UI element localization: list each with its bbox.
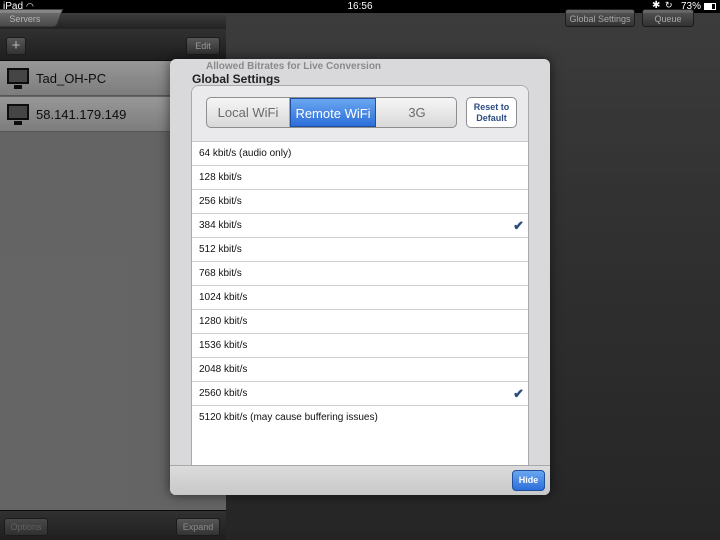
- bitrate-row[interactable]: 1280 kbit/s: [192, 310, 528, 334]
- bitrate-label: 64 kbit/s (audio only): [199, 148, 292, 159]
- modal-footer: Hide: [170, 465, 550, 495]
- bitrate-row[interactable]: 384 kbit/s ✔: [192, 214, 528, 238]
- checkmark-icon: ✔: [513, 386, 524, 401]
- bitrate-row[interactable]: 1536 kbit/s: [192, 334, 528, 358]
- bitrate-row[interactable]: 256 kbit/s: [192, 190, 528, 214]
- modal-title: Global Settings: [192, 72, 281, 86]
- bitrate-label: 1280 kbit/s: [199, 316, 248, 327]
- bitrate-row[interactable]: 2048 kbit/s: [192, 358, 528, 382]
- bitrate-row[interactable]: 512 kbit/s: [192, 238, 528, 262]
- hide-button[interactable]: Hide: [512, 470, 545, 491]
- bitrate-row[interactable]: 5120 kbit/s (may cause buffering issues): [192, 406, 528, 430]
- global-settings-modal: Allowed Bitrates for Live Conversion Glo…: [170, 59, 550, 495]
- bitrate-list: 64 kbit/s (audio only) 128 kbit/s 256 kbit…: [192, 142, 528, 430]
- bitrate-label: 2048 kbit/s: [199, 364, 248, 375]
- section-header: Allowed Bitrates for Live Conversion: [206, 61, 382, 72]
- bitrate-card: Local WiFi Remote WiFi 3G Reset to Defau…: [191, 85, 529, 487]
- segment-remote-wifi[interactable]: Remote WiFi: [290, 98, 376, 127]
- segment-local-wifi[interactable]: Local WiFi: [207, 98, 290, 127]
- bitrate-row[interactable]: 64 kbit/s (audio only): [192, 142, 528, 166]
- network-segmented-control: Local WiFi Remote WiFi 3G: [206, 97, 457, 128]
- bitrate-label: 256 kbit/s: [199, 196, 242, 207]
- bitrate-label: 5120 kbit/s (may cause buffering issues): [199, 412, 378, 423]
- bitrate-label: 384 kbit/s: [199, 220, 242, 231]
- segment-3g[interactable]: 3G: [376, 98, 456, 127]
- bitrate-row[interactable]: 768 kbit/s: [192, 262, 528, 286]
- network-selector-area: Local WiFi Remote WiFi 3G Reset to Defau…: [192, 86, 528, 142]
- bitrate-row[interactable]: 2560 kbit/s ✔: [192, 382, 528, 406]
- checkmark-icon: ✔: [513, 218, 524, 233]
- reset-label-line2: Default: [476, 113, 507, 123]
- bitrate-label: 512 kbit/s: [199, 244, 242, 255]
- bitrate-label: 1536 kbit/s: [199, 340, 248, 351]
- reset-to-default-button[interactable]: Reset to Default: [466, 97, 517, 128]
- bitrate-row[interactable]: 1024 kbit/s: [192, 286, 528, 310]
- bitrate-label: 128 kbit/s: [199, 172, 242, 183]
- bitrate-label: 1024 kbit/s: [199, 292, 248, 303]
- bitrate-label: 2560 kbit/s: [199, 388, 248, 399]
- reset-label-line1: Reset to: [473, 102, 510, 112]
- battery-icon: [704, 3, 716, 10]
- bitrate-label: 768 kbit/s: [199, 268, 242, 279]
- bitrate-row[interactable]: 128 kbit/s: [192, 166, 528, 190]
